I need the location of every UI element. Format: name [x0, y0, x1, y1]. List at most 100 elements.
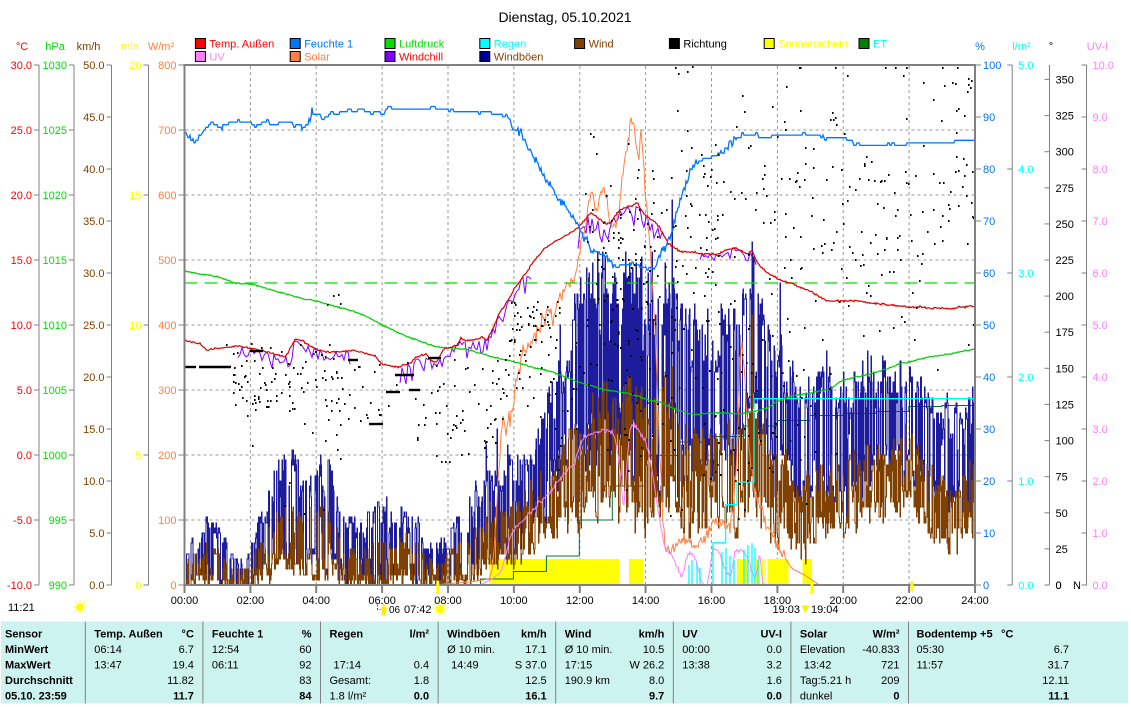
- svg-text:02:00: 02:00: [237, 595, 265, 607]
- svg-text:06:11: 06:11: [212, 660, 239, 672]
- svg-text:10.0: 10.0: [1093, 60, 1114, 72]
- svg-text:S 37.0: S 37.0: [515, 660, 547, 672]
- svg-text:°C: °C: [16, 41, 28, 53]
- svg-text:300: 300: [158, 385, 176, 397]
- svg-text:190.9 km: 190.9 km: [565, 675, 610, 687]
- svg-text:15.0: 15.0: [83, 424, 104, 436]
- svg-text:05:30: 05:30: [917, 644, 945, 656]
- svg-text:175: 175: [1056, 327, 1074, 339]
- svg-text:16:00: 16:00: [698, 595, 726, 607]
- svg-text:990: 990: [49, 580, 67, 592]
- svg-text:995: 995: [49, 515, 67, 527]
- svg-text:1.0: 1.0: [1093, 528, 1108, 540]
- svg-text:Regen: Regen: [494, 39, 526, 51]
- svg-text:Dienstag, 05.10.2021: Dienstag, 05.10.2021: [498, 9, 631, 25]
- svg-text:°C: °C: [1001, 629, 1013, 641]
- svg-text:12.11: 12.11: [1042, 675, 1069, 687]
- svg-text:%: %: [975, 41, 985, 53]
- svg-text:6.0: 6.0: [1093, 268, 1108, 280]
- svg-text:Windchill: Windchill: [399, 52, 443, 64]
- svg-text:50: 50: [983, 320, 995, 332]
- svg-text:350: 350: [1056, 74, 1074, 86]
- svg-text:20.0: 20.0: [83, 372, 104, 384]
- svg-text:Feuchte 1: Feuchte 1: [304, 39, 353, 51]
- svg-text:20.0: 20.0: [11, 190, 32, 202]
- svg-text:13:47: 13:47: [94, 660, 122, 672]
- svg-text:Ø 10 min.: Ø 10 min.: [447, 644, 495, 656]
- svg-text:0: 0: [135, 580, 141, 592]
- svg-text:31.7: 31.7: [1048, 660, 1069, 672]
- svg-text:%: %: [302, 629, 312, 641]
- svg-text:04:00: 04:00: [302, 595, 330, 607]
- svg-text:l/m²: l/m²: [1012, 41, 1031, 53]
- svg-text:5.0: 5.0: [1093, 320, 1108, 332]
- svg-text:0: 0: [1056, 580, 1062, 592]
- svg-text:Gesamt:: Gesamt:: [330, 675, 372, 687]
- svg-text:Tag:5.21 h: Tag:5.21 h: [800, 675, 851, 687]
- svg-text:Elevation: Elevation: [800, 644, 845, 656]
- svg-text:11.7: 11.7: [173, 691, 194, 703]
- svg-text:Ø 10 min.: Ø 10 min.: [565, 644, 613, 656]
- svg-text:l/m²: l/m²: [410, 629, 430, 641]
- svg-text:1010: 1010: [43, 320, 67, 332]
- svg-text:Bodentemp +5: Bodentemp +5: [917, 629, 993, 641]
- svg-text:10.5: 10.5: [643, 644, 664, 656]
- svg-text:dunkel: dunkel: [800, 691, 832, 703]
- svg-text:-5.0: -5.0: [13, 515, 32, 527]
- svg-text:7.0: 7.0: [1093, 216, 1108, 228]
- svg-text:-40.833: -40.833: [862, 644, 899, 656]
- svg-text:12:00: 12:00: [566, 595, 594, 607]
- svg-text:35.0: 35.0: [83, 216, 104, 228]
- svg-text:25.0: 25.0: [83, 320, 104, 332]
- svg-text:100: 100: [1056, 436, 1074, 448]
- svg-text:125: 125: [1056, 399, 1074, 411]
- svg-text:10.0: 10.0: [11, 320, 32, 332]
- svg-text:14:49: 14:49: [451, 660, 479, 672]
- svg-text:0.0: 0.0: [414, 691, 429, 703]
- svg-text:70: 70: [983, 216, 995, 228]
- svg-text:8.0: 8.0: [649, 675, 664, 687]
- svg-text:13:42: 13:42: [804, 660, 832, 672]
- svg-text:°C: °C: [182, 629, 194, 641]
- svg-text:km/h: km/h: [639, 629, 665, 641]
- svg-text:50: 50: [1056, 508, 1068, 520]
- svg-text:06: 06: [389, 605, 401, 616]
- svg-text:22:00: 22:00: [895, 595, 923, 607]
- svg-text:50.0: 50.0: [83, 60, 104, 72]
- svg-text:W 26.2: W 26.2: [629, 660, 664, 672]
- svg-text:0.0: 0.0: [1018, 580, 1033, 592]
- svg-text:17:14: 17:14: [334, 660, 362, 672]
- svg-text:°: °: [1049, 41, 1053, 53]
- svg-text:45.0: 45.0: [83, 112, 104, 124]
- svg-text:min: min: [121, 41, 139, 53]
- svg-text:Temp. Außen: Temp. Außen: [94, 629, 163, 641]
- svg-text:0.0: 0.0: [17, 450, 32, 462]
- svg-text:83: 83: [299, 675, 311, 687]
- svg-text:250: 250: [1056, 219, 1074, 231]
- svg-text:1005: 1005: [43, 385, 67, 397]
- svg-text:40.0: 40.0: [83, 164, 104, 176]
- svg-text:11.1: 11.1: [1048, 691, 1069, 703]
- svg-text:17:15: 17:15: [565, 660, 593, 672]
- svg-text:1.8 l/m²: 1.8 l/m²: [330, 691, 367, 703]
- svg-text:1020: 1020: [43, 190, 67, 202]
- svg-text:3.0: 3.0: [1093, 424, 1108, 436]
- svg-text:W/m²: W/m²: [873, 629, 900, 641]
- svg-text:275: 275: [1056, 183, 1074, 195]
- svg-text:15: 15: [129, 190, 141, 202]
- svg-text:hPa: hPa: [45, 41, 65, 53]
- svg-text:75: 75: [1056, 472, 1068, 484]
- svg-text:15.0: 15.0: [11, 255, 32, 267]
- svg-text:225: 225: [1056, 255, 1074, 267]
- svg-text:5.0: 5.0: [17, 385, 32, 397]
- svg-text:25.0: 25.0: [11, 125, 32, 137]
- svg-text:3.2: 3.2: [767, 660, 782, 672]
- svg-text:4.0: 4.0: [1018, 164, 1033, 176]
- svg-text:600: 600: [158, 190, 176, 202]
- svg-text:06:14: 06:14: [94, 644, 122, 656]
- svg-text:17.1: 17.1: [525, 644, 546, 656]
- svg-text:1025: 1025: [43, 125, 67, 137]
- svg-text:1.8: 1.8: [414, 675, 429, 687]
- svg-text:300: 300: [1056, 147, 1074, 159]
- svg-text:10.0: 10.0: [83, 476, 104, 488]
